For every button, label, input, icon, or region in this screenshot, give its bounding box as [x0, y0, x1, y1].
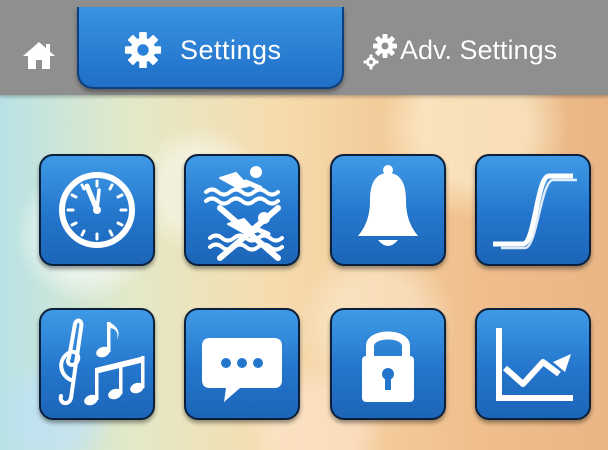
s-curve-icon	[493, 173, 577, 250]
lock-button[interactable]	[330, 308, 446, 420]
home-button[interactable]	[22, 40, 56, 70]
messages-button[interactable]	[184, 308, 300, 420]
s-curve-button[interactable]	[475, 154, 591, 266]
home-icon	[23, 42, 55, 69]
music-notes-icon	[58, 318, 145, 406]
settings-screen: Settings Adv. Settings	[0, 0, 608, 450]
clock-icon	[59, 172, 135, 248]
bell-icon	[358, 165, 418, 246]
tab-adv-settings-label: Adv. Settings	[400, 35, 558, 65]
swimming-allowed-forbidden-icon	[204, 166, 284, 261]
chart-button[interactable]	[475, 308, 591, 420]
tab-settings-label: Settings	[180, 35, 282, 65]
tab-settings[interactable]: Settings	[77, 7, 344, 89]
tab-adv-settings[interactable]: Adv. Settings	[356, 22, 608, 82]
gear-icon	[124, 31, 162, 69]
music-button[interactable]	[39, 308, 155, 420]
top-navigation-bar: Settings Adv. Settings	[0, 0, 608, 95]
swimming-button[interactable]	[184, 154, 300, 266]
bell-button[interactable]	[330, 154, 446, 266]
gears-icon	[363, 34, 397, 70]
padlock-icon	[362, 331, 414, 402]
chat-bubble-icon	[202, 338, 282, 402]
clock-button[interactable]	[39, 154, 155, 266]
line-chart-icon	[496, 328, 573, 401]
